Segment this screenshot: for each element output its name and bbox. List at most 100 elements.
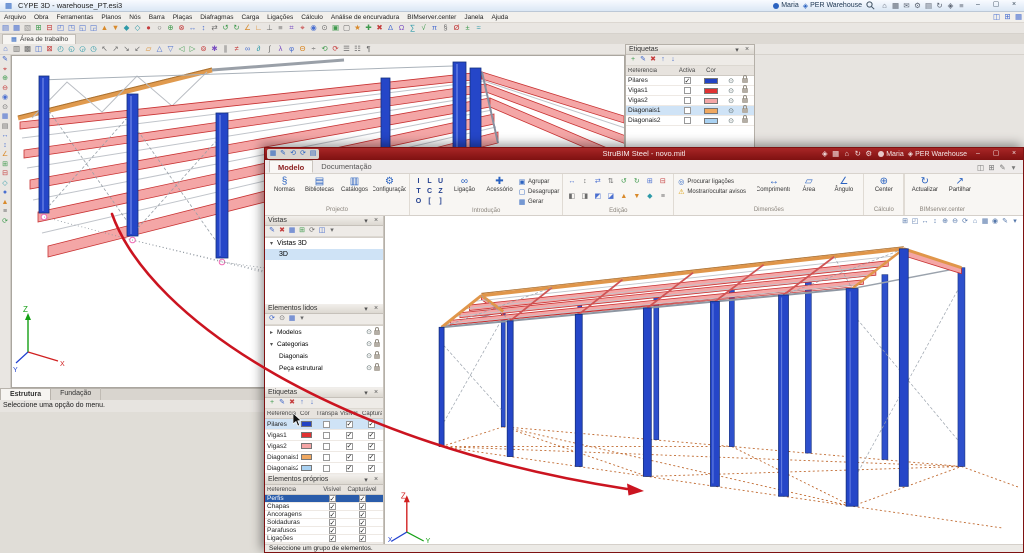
toolbar-icon[interactable]: ± <box>462 23 473 33</box>
toolbar-icon[interactable]: ☷ <box>352 44 363 54</box>
menu-item[interactable]: Análise de encurvadura <box>327 12 403 23</box>
toolbar-icon[interactable]: ✚ <box>363 23 374 33</box>
toolbar-icon[interactable]: ⟳ <box>307 226 317 236</box>
toolbar-icon[interactable]: ⌂ <box>879 1 890 11</box>
toolbar-icon[interactable]: ⟳ <box>330 44 341 54</box>
toolbar-icon[interactable]: ⇄ <box>209 23 220 33</box>
toolbar-icon[interactable]: Z <box>435 187 446 197</box>
close-icon[interactable]: × <box>372 389 380 396</box>
toolbar-icon[interactable]: π <box>429 23 440 33</box>
toolbar-icon[interactable]: ⊞ <box>0 160 10 170</box>
close-icon[interactable]: × <box>743 46 751 53</box>
checkbox[interactable] <box>322 420 330 428</box>
toolbar-icon[interactable]: ↕ <box>579 177 590 192</box>
toolbar-icon[interactable]: ▾ <box>1010 217 1020 227</box>
eye-icon[interactable] <box>366 364 372 372</box>
collapse-icon[interactable]: ▾ <box>733 46 741 54</box>
checkbox[interactable] <box>367 442 375 450</box>
checkbox[interactable] <box>345 453 353 461</box>
toolbar-icon[interactable]: ▼ <box>631 192 642 207</box>
acessorio-button[interactable]: ✚ Acessório <box>483 175 516 193</box>
toolbar-icon[interactable]: ▩ <box>22 44 33 54</box>
eye-icon[interactable] <box>728 117 734 125</box>
toolbar-icon[interactable]: ▦ <box>980 217 990 227</box>
toolbar-icon[interactable]: ⊞ <box>297 226 307 236</box>
toolbar-icon[interactable]: ▲ <box>99 23 110 33</box>
lock-icon[interactable] <box>374 350 380 359</box>
toolbar-icon[interactable]: ↓ <box>668 55 678 65</box>
toolbar-icon[interactable]: ↻ <box>631 177 642 192</box>
toolbar-icon[interactable]: O <box>413 197 424 207</box>
checkbox[interactable] <box>358 527 366 535</box>
toolbar-icon[interactable]: ▦ <box>11 23 22 33</box>
color-swatch[interactable] <box>300 454 312 460</box>
toolbar-icon[interactable]: ⊚ <box>198 44 209 54</box>
comprimento-button[interactable]: ↔ Comprimento <box>757 175 790 193</box>
toolbar-icon[interactable]: ⊕ <box>940 217 950 227</box>
minimize-button[interactable]: – <box>971 150 985 159</box>
toolbar-icon[interactable]: ↔ <box>0 131 10 141</box>
toolbar-icon[interactable]: ∑ <box>407 23 418 33</box>
catalogos-button[interactable]: ▥ Catálogos <box>338 175 371 193</box>
panel-header[interactable]: Elementos lidos ▾ × <box>265 304 383 314</box>
toolbar-icon[interactable]: √ <box>418 23 429 33</box>
maximize-button[interactable]: ▢ <box>989 1 1003 10</box>
toolbar-icon[interactable]: ▦ <box>287 314 297 324</box>
toolbar-icon[interactable]: ✖ <box>374 23 385 33</box>
menu-item[interactable]: Cálculo <box>297 12 327 23</box>
toolbar-icon[interactable]: ∞ <box>242 44 253 54</box>
close-icon[interactable]: × <box>372 305 380 312</box>
panel-header[interactable]: Etiquetas ▾ × <box>626 45 754 55</box>
toolbar-icon[interactable]: ✎ <box>278 149 288 159</box>
toolbar-icon[interactable]: ↕ <box>930 217 940 227</box>
color-swatch[interactable] <box>704 77 718 84</box>
actualizar-button[interactable]: ↻ Actualizar <box>908 175 941 193</box>
toolbar-icon[interactable]: ↗ <box>110 44 121 54</box>
checkbox[interactable] <box>358 495 366 503</box>
toolbar-icon[interactable]: Θ <box>297 44 308 54</box>
toolbar-icon[interactable]: ] <box>435 197 446 207</box>
checkbox[interactable] <box>358 519 366 527</box>
toolbar-icon[interactable]: ↔ <box>920 217 930 227</box>
table-row[interactable]: Diagonais2 <box>265 463 383 474</box>
configuracao-button[interactable]: ⚙ Configuração <box>373 175 406 193</box>
toolbar-icon[interactable]: ⟲ <box>319 44 330 54</box>
user-badge[interactable]: Maria <box>878 151 904 158</box>
toolbar-icon[interactable]: I <box>413 177 424 187</box>
tab-documentacao[interactable]: Documentação <box>313 160 379 173</box>
close-icon[interactable]: × <box>372 476 380 483</box>
toolbar-icon[interactable]: ⊗ <box>176 23 187 33</box>
toolbar-icon[interactable]: ✎ <box>997 163 1008 173</box>
toolbar-icon[interactable]: § <box>440 23 451 33</box>
tab-fundacao[interactable]: Fundação <box>51 388 102 400</box>
tab-modelo[interactable]: Modelo <box>269 160 314 173</box>
toolbar-icon[interactable]: ▲ <box>0 198 10 208</box>
checkbox[interactable] <box>322 464 330 472</box>
color-swatch[interactable] <box>704 87 718 94</box>
toolbar-icon[interactable]: ≠ <box>231 44 242 54</box>
toolbar-icon[interactable]: ◷ <box>88 44 99 54</box>
menu-item[interactable]: Ajuda <box>487 12 512 23</box>
maximize-button[interactable]: ▢ <box>989 150 1003 159</box>
toolbar-icon[interactable]: ↑ <box>297 398 307 408</box>
menu-item[interactable]: Nós <box>125 12 145 23</box>
toolbar-icon[interactable]: ✎ <box>277 398 287 408</box>
menu-item[interactable]: Ligações <box>263 12 297 23</box>
checkbox[interactable] <box>683 87 691 94</box>
toolbar-icon[interactable]: ⇅ <box>605 177 616 192</box>
toolbar-icon[interactable]: ◫ <box>33 44 44 54</box>
checkbox[interactable] <box>328 519 336 527</box>
toolbar-icon[interactable]: ▤ <box>0 122 10 132</box>
toolbar-icon[interactable]: ⊙ <box>319 23 330 33</box>
toolbar-icon[interactable]: ∠ <box>0 150 10 160</box>
toolbar-icon[interactable]: Ø <box>451 23 462 33</box>
checkbox[interactable] <box>683 107 691 114</box>
toolbar-icon[interactable]: ◫ <box>991 12 1002 22</box>
toolbar-icon[interactable]: ▾ <box>1008 163 1019 173</box>
procurar-ligacoes-button[interactable]: ◎ Procurar ligações <box>677 177 755 186</box>
checkbox[interactable] <box>345 431 353 439</box>
toolbar-icon[interactable]: ◉ <box>0 93 10 103</box>
panel-header[interactable]: Vistas ▾ × <box>265 216 383 226</box>
lock-icon[interactable] <box>374 326 380 335</box>
table-row[interactable]: Vigas1 <box>265 430 383 441</box>
